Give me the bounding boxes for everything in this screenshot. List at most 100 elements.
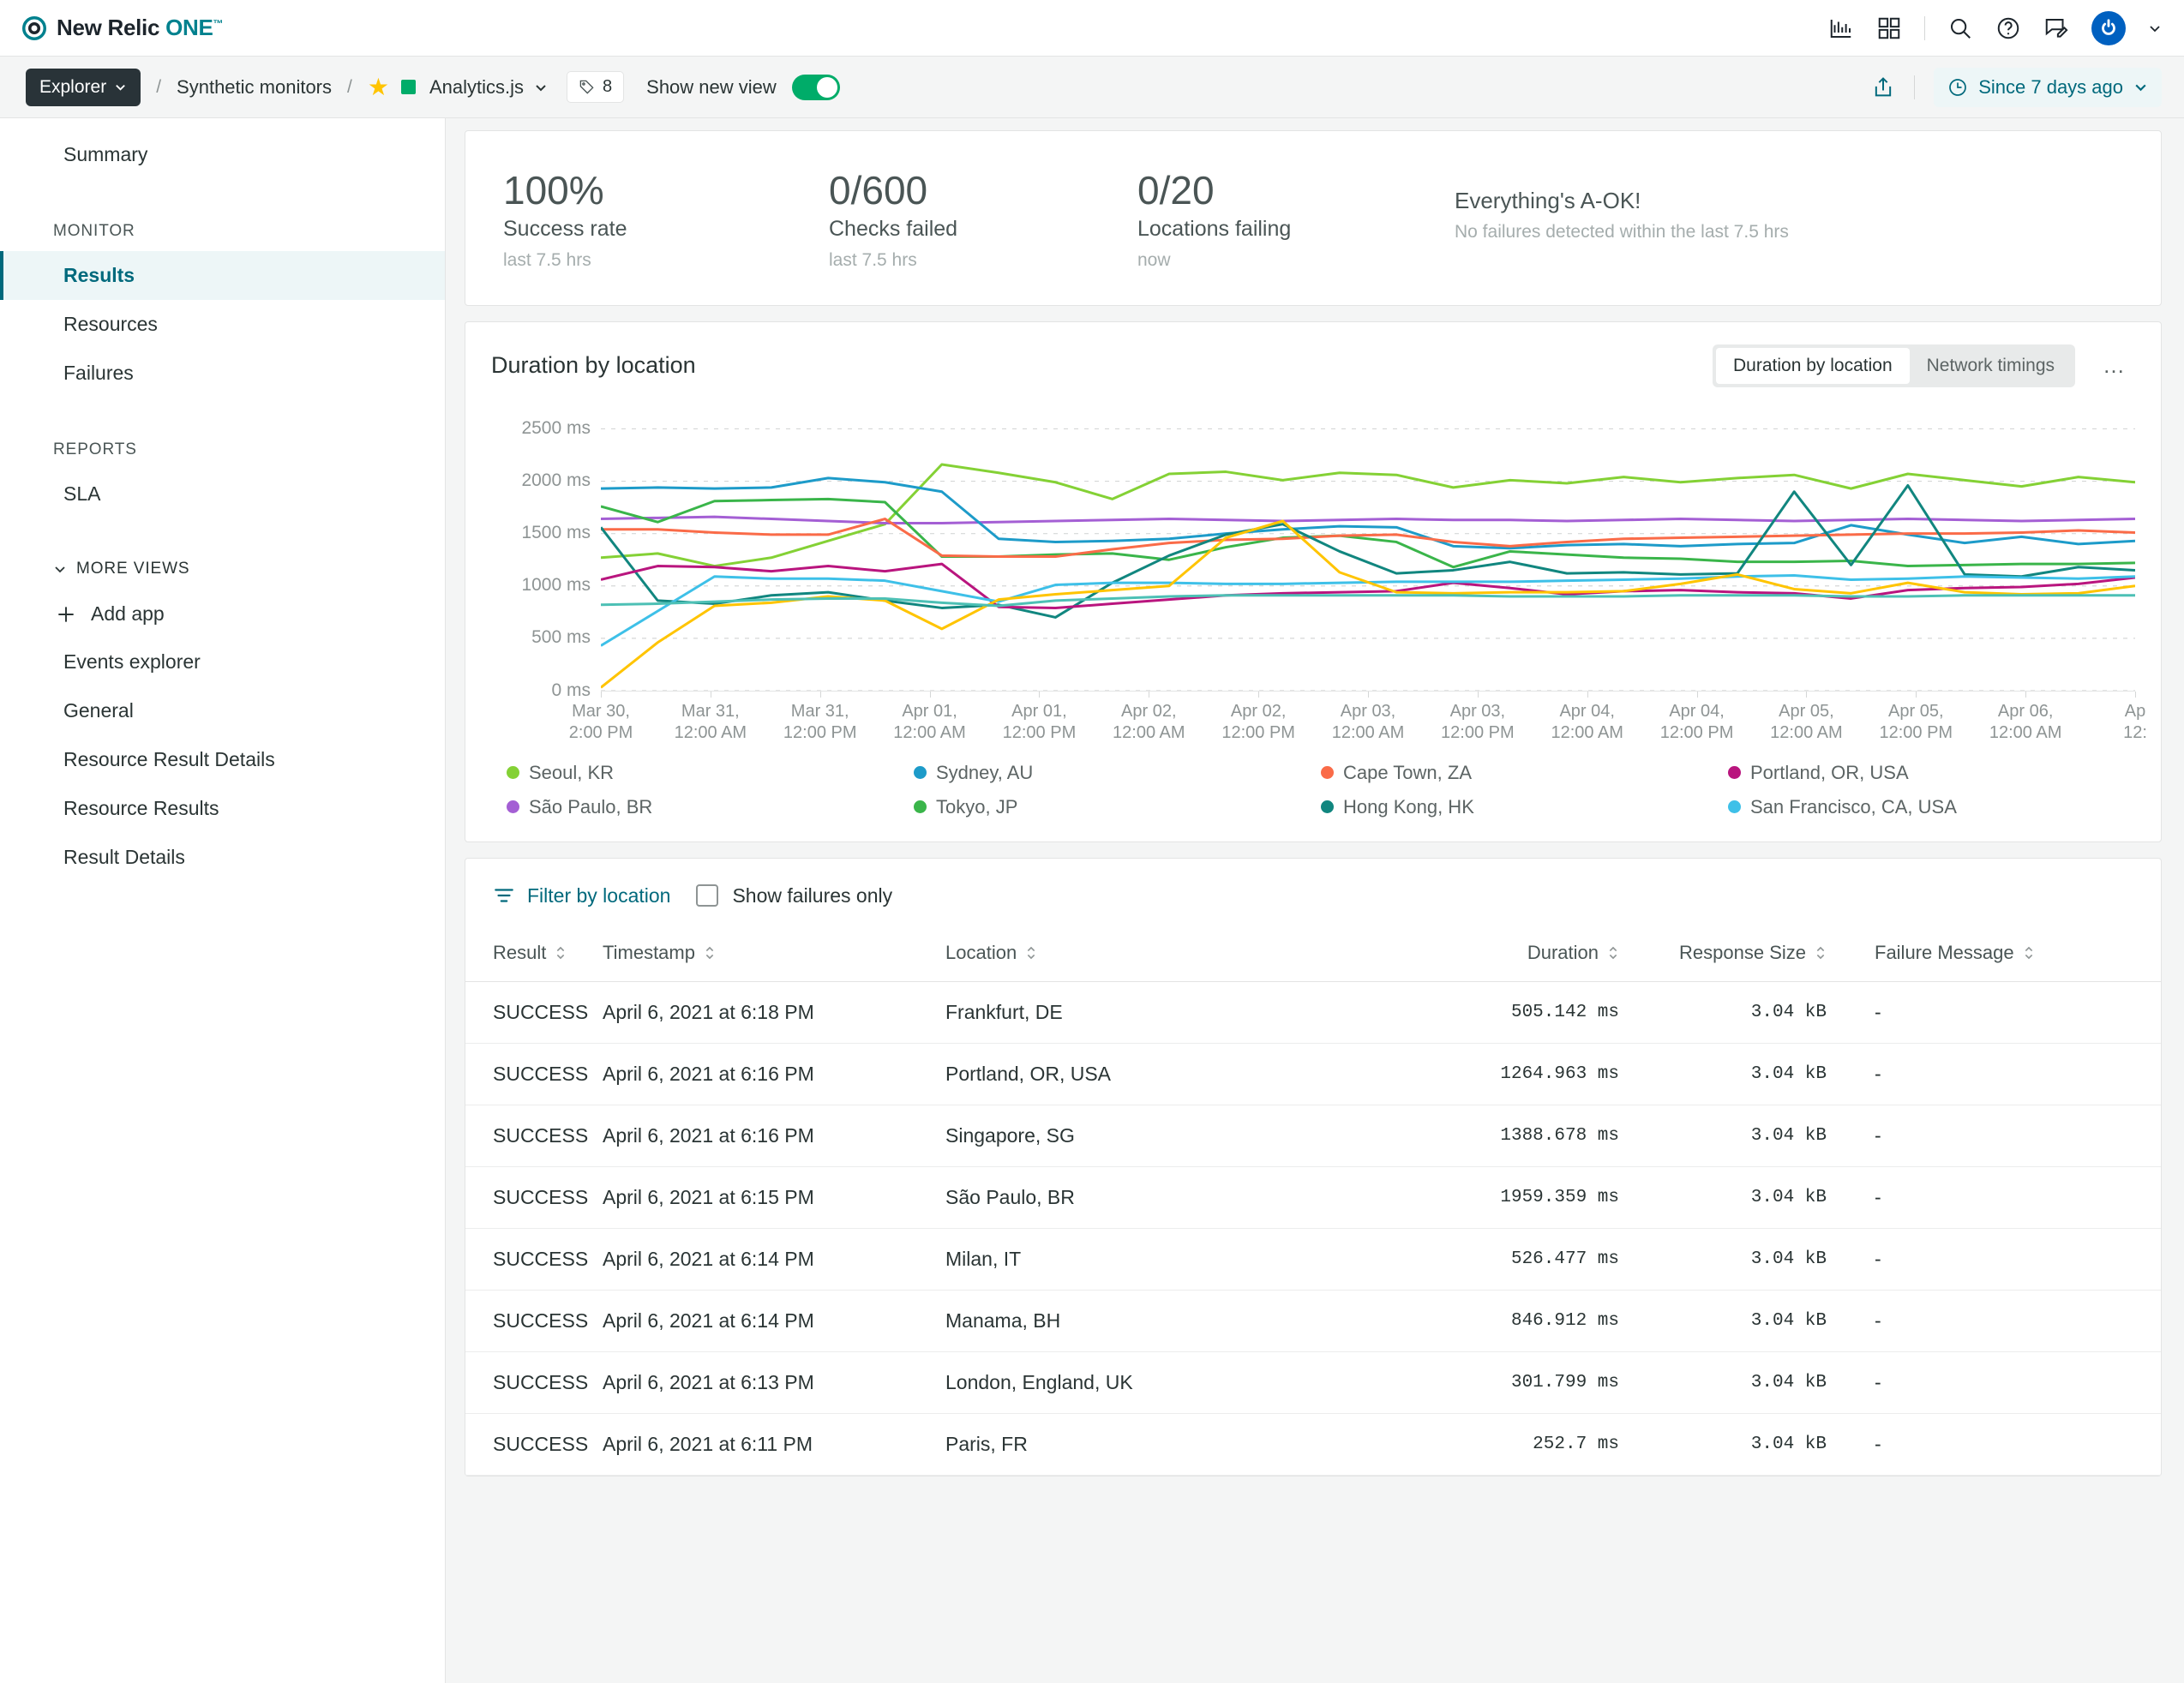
x-axis-tick-label: Apr 02, 12:00 AM [1113, 701, 1185, 742]
breadcrumb-synthetic-monitors[interactable]: Synthetic monitors [177, 76, 332, 99]
avatar[interactable] [2091, 10, 2126, 45]
time-range-picker[interactable]: Since 7 days ago [1934, 67, 2162, 107]
cell-duration: 526.477 ms [1288, 1228, 1648, 1291]
table-row[interactable]: SUCCESS April 6, 2021 at 6:16 PM Portland,… [465, 1043, 2161, 1105]
chevron-down-icon [116, 84, 126, 91]
kpi-sublabel: last 7.5 hrs [503, 249, 591, 270]
tab-duration-by-location[interactable]: Duration by location [1716, 347, 1910, 384]
tab-network-timings[interactable]: Network timings [1910, 348, 2072, 384]
search-icon[interactable] [1947, 15, 1973, 41]
x-axis-tick-label: Apr 04, 12:00 PM [1659, 701, 1734, 742]
share-icon[interactable] [1871, 75, 1895, 99]
filter-icon [495, 889, 513, 902]
legend-item[interactable]: Portland, OR, USA [1728, 756, 2135, 790]
cell-response-size: 3.04 kB [1648, 1228, 1871, 1291]
sidebar-item-result-details[interactable]: Result Details [0, 833, 445, 882]
cell-location: Manama, BH [945, 1290, 1288, 1352]
sidebar-item-general[interactable]: General [0, 686, 445, 735]
checkbox-box [696, 884, 719, 907]
table-row[interactable]: SUCCESS April 6, 2021 at 6:15 PM São Paulo… [465, 1166, 2161, 1229]
column-header-timestamp[interactable]: Timestamp [603, 929, 945, 982]
cell-duration: 1264.963 ms [1288, 1043, 1648, 1105]
tag-count-chip[interactable]: 8 [567, 71, 625, 103]
legend-label: Portland, OR, USA [1750, 761, 1909, 783]
cell-response-size: 3.04 kB [1648, 1105, 1871, 1167]
legend-color-dot [507, 766, 519, 780]
cell-location: São Paulo, BR [945, 1166, 1288, 1229]
table-row[interactable]: SUCCESS April 6, 2021 at 6:18 PM Frankfurt… [465, 981, 2161, 1044]
show-new-view-toggle[interactable] [791, 74, 840, 100]
x-axis-tick-label: Mar 31, 12:00 AM [674, 701, 747, 742]
cell-result: SUCCESS [465, 1351, 603, 1414]
table-row[interactable]: SUCCESS April 6, 2021 at 6:11 PM Paris, FR… [465, 1413, 2161, 1476]
filter-by-location-button[interactable]: Filter by location [493, 884, 670, 907]
legend-label: Hong Kong, HK [1343, 795, 1474, 818]
legend-item[interactable]: San Francisco, CA, USA [1728, 790, 2135, 824]
sort-icon [557, 946, 565, 959]
sidebar-item-failures[interactable]: Failures [0, 349, 445, 398]
column-header-response-size[interactable]: Response Size [1648, 929, 1871, 982]
legend-item[interactable]: Tokyo, JP [914, 790, 1321, 824]
x-axis-tick-label: Apr 01, 12:00 AM [893, 701, 966, 742]
cell-result: SUCCESS [465, 1290, 603, 1352]
sidebar-more-views-toggle[interactable]: MORE VIEWS [0, 548, 445, 590]
column-header-failure-message[interactable]: Failure Message [1871, 929, 2161, 982]
chart-y-axis: 0 ms 500 ms 1000 ms 1500 ms 2000 ms 2500 ms [491, 408, 594, 700]
x-axis-tick-label: Apr 05, 12:00 AM [1770, 701, 1843, 742]
apps-grid-icon[interactable] [1876, 15, 1902, 41]
new-relic-logo[interactable]: New Relic ONE™ [22, 15, 224, 41]
chart-overflow-menu-button[interactable]: … [2094, 349, 2135, 382]
column-header-location[interactable]: Location [945, 929, 1288, 982]
legend-item[interactable]: Sydney, AU [914, 756, 1321, 790]
y-axis-tick-label: 2000 ms [521, 470, 591, 491]
entity-chevron-down-icon[interactable] [534, 81, 548, 94]
sidebar-item-resource-results[interactable]: Resource Results [0, 784, 445, 833]
help-icon[interactable] [1995, 15, 2021, 41]
sidebar-item-summary[interactable]: Summary [0, 130, 445, 179]
column-header-result[interactable]: Result [465, 929, 603, 982]
y-axis-tick-label: 1500 ms [521, 523, 591, 543]
cell-timestamp: April 6, 2021 at 6:11 PM [603, 1413, 945, 1476]
feedback-icon[interactable] [2043, 15, 2069, 41]
x-axis-tick [1916, 691, 1917, 698]
cell-timestamp: April 6, 2021 at 6:13 PM [603, 1351, 945, 1414]
sidebar-item-resources[interactable]: Resources [0, 300, 445, 349]
legend-item[interactable]: São Paulo, BR [507, 790, 914, 824]
legend-item[interactable]: Seoul, KR [507, 756, 914, 790]
show-new-view-label: Show new view [646, 75, 777, 98]
chart-lines [601, 408, 2135, 691]
time-range-label: Since 7 days ago [1978, 75, 2123, 98]
cell-timestamp: April 6, 2021 at 6:16 PM [603, 1105, 945, 1167]
breadcrumb-current-entity[interactable]: Analytics.js [429, 76, 524, 99]
cell-location: Singapore, SG [945, 1105, 1288, 1167]
sort-icon [1816, 946, 1825, 959]
x-axis-tick-label: Apr 03, 12:00 PM [1441, 701, 1515, 742]
table-row[interactable]: SUCCESS April 6, 2021 at 6:16 PM Singapore… [465, 1105, 2161, 1167]
account-chevron-down-icon[interactable] [2148, 21, 2162, 35]
show-failures-only-checkbox[interactable]: Show failures only [696, 884, 892, 907]
legend-item[interactable]: Cape Town, ZA [1321, 756, 1728, 790]
dashboards-icon[interactable] [1828, 15, 1854, 41]
sidebar-item-sla[interactable]: SLA [0, 470, 445, 518]
tag-icon [579, 80, 594, 94]
sidebar-item-results[interactable]: Results [0, 251, 445, 300]
sidebar-add-app-button[interactable]: Add app [0, 590, 445, 638]
sidebar-item-resource-result-details[interactable]: Resource Result Details [0, 735, 445, 784]
legend-item[interactable]: Hong Kong, HK [1321, 790, 1728, 824]
column-label: Failure Message [1875, 941, 2014, 963]
main-content: 100% Success rate last 7.5 hrs 0/600 Che… [446, 118, 2184, 1683]
sort-icon [705, 946, 714, 959]
table-row[interactable]: SUCCESS April 6, 2021 at 6:14 PM Milan, IT… [465, 1228, 2161, 1291]
breadcrumb-separator-2: / [347, 76, 352, 97]
x-axis-tick-label: Apr 05, 12:00 PM [1879, 701, 1953, 742]
favorite-star-icon[interactable]: ★ [368, 75, 389, 99]
kpi-label: Success rate [503, 216, 627, 241]
x-axis-tick [929, 691, 931, 698]
table-row[interactable]: SUCCESS April 6, 2021 at 6:13 PM London, E… [465, 1351, 2161, 1414]
sort-icon [2025, 946, 2032, 959]
table-row[interactable]: SUCCESS April 6, 2021 at 6:14 PM Manama, B… [465, 1290, 2161, 1352]
column-header-duration[interactable]: Duration [1288, 929, 1648, 982]
sidebar-item-events-explorer[interactable]: Events explorer [0, 638, 445, 686]
explorer-button[interactable]: Explorer [26, 68, 141, 106]
